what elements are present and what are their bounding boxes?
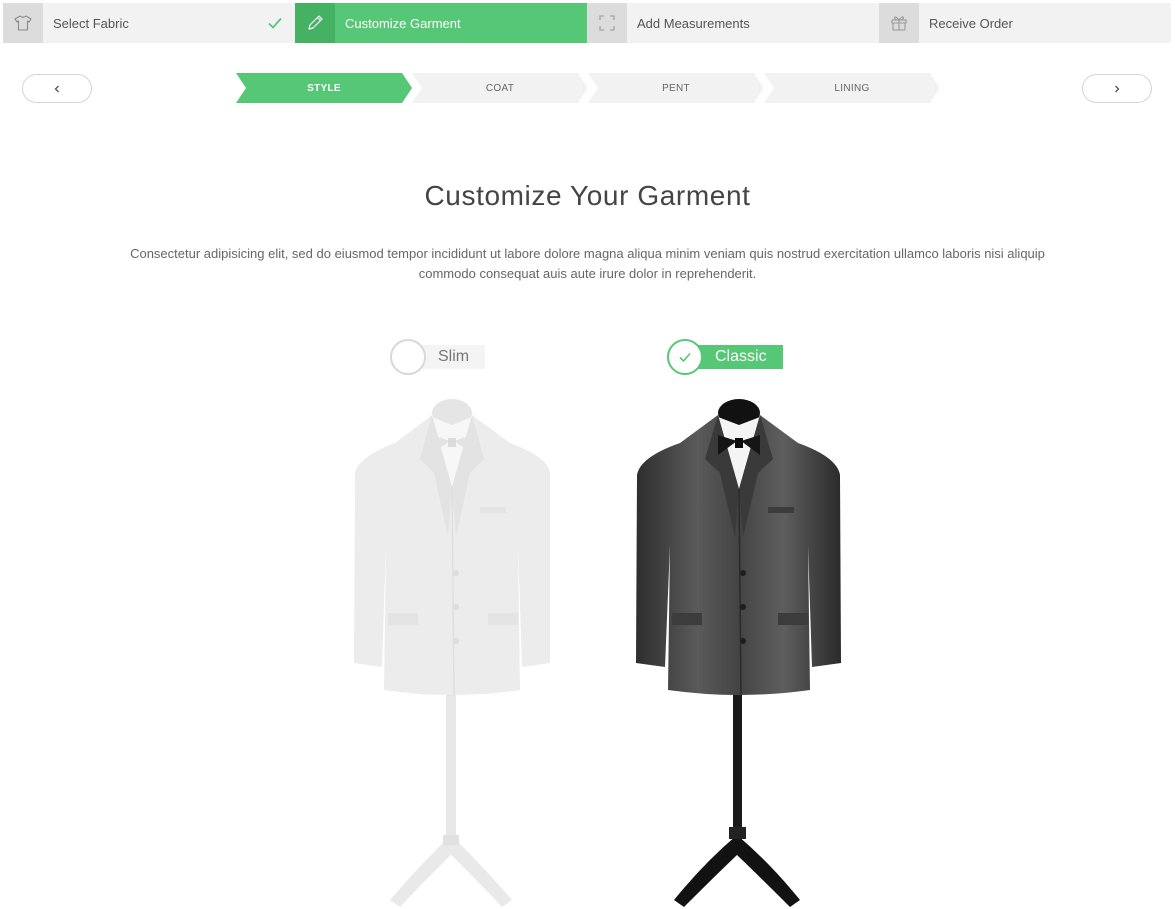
radio-circle[interactable] (667, 339, 703, 375)
option-slim[interactable]: Slim (390, 339, 486, 375)
tab-label: PENT (662, 82, 690, 94)
step-label: Customize Garment (345, 15, 461, 31)
chevron-left-icon (54, 85, 59, 92)
step-add-measurements[interactable]: Add Measurements (587, 3, 879, 43)
tab-label: LINING (834, 82, 870, 94)
progress-stepper: Select Fabric Customize Garment Add Meas… (3, 3, 1171, 43)
check-icon (679, 352, 691, 363)
step-label: Receive Order (929, 15, 1013, 31)
chevron-right-icon (1115, 85, 1120, 92)
step-customize-garment[interactable]: Customize Garment (295, 3, 587, 43)
gift-icon (879, 3, 919, 43)
next-button[interactable] (1082, 74, 1152, 103)
step-label: Select Fabric (53, 15, 129, 31)
tab-label: COAT (485, 82, 515, 94)
prev-button[interactable] (22, 74, 92, 103)
substep-tabs: STYLE COAT PENT LINING (236, 73, 940, 103)
step-receive-order[interactable]: Receive Order (879, 3, 1171, 43)
tab-label: STYLE (307, 82, 341, 94)
tab-style[interactable]: STYLE (236, 73, 412, 103)
step-select-fabric[interactable]: Select Fabric (3, 3, 295, 43)
check-icon (268, 17, 282, 29)
step-label: Add Measurements (637, 15, 750, 31)
tab-lining[interactable]: LINING (764, 73, 940, 103)
slim-suit-image[interactable] (350, 395, 555, 909)
expand-icon (587, 3, 627, 43)
option-label: Classic (689, 345, 783, 369)
tab-pent[interactable]: PENT (588, 73, 764, 103)
tab-coat[interactable]: COAT (412, 73, 588, 103)
option-classic[interactable]: Classic (667, 339, 783, 375)
radio-circle[interactable] (390, 339, 426, 375)
page-description: Consectetur adipisicing elit, sed do eiu… (130, 246, 1045, 281)
pencil-icon (295, 3, 335, 43)
tshirt-icon (3, 3, 43, 43)
classic-suit-image[interactable] (632, 395, 844, 909)
page-title: Customize Your Garment (424, 180, 751, 211)
